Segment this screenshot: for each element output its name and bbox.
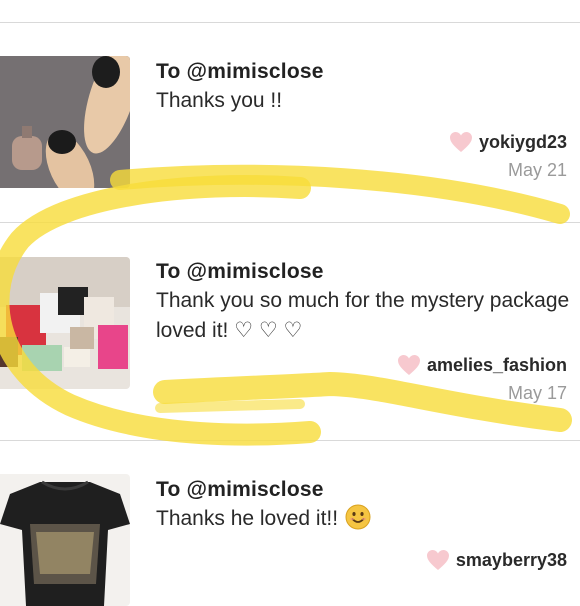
heart-icon [426, 550, 449, 570]
love-note-card[interactable]: To @mimisclose Thanks he loved it!! smay… [0, 441, 580, 606]
note-author[interactable]: smayberry38 [426, 549, 567, 571]
note-message: Thanks you !! [156, 86, 282, 116]
thumbnail-image[interactable] [0, 474, 130, 606]
note-message-line: Thanks you !! [156, 89, 283, 112]
recipient-label: To @mimisclose [156, 260, 324, 283]
heart-icon [397, 355, 420, 375]
note-date: May 17 [507, 383, 567, 403]
smiling-face-emoji [345, 504, 371, 530]
note-message: Thanks he loved it!! [156, 504, 371, 534]
heart-icon [449, 132, 472, 152]
note-author[interactable]: amelies_fashion [397, 354, 567, 376]
recipient-label: To @mimisclose [156, 60, 324, 83]
thumbnail-image[interactable] [0, 56, 130, 188]
thumbnail-image[interactable] [0, 257, 130, 389]
recipient-label: To @mimisclose [156, 478, 324, 501]
username-link[interactable]: smayberry38 [456, 550, 567, 571]
note-message: Thank you so much for the mystery packag… [156, 286, 569, 346]
note-message-line: Thank you so much for the mystery packag… [156, 289, 570, 312]
love-note-card[interactable]: To @mimisclose Thanks you !! yokiygd23 M… [0, 0, 580, 220]
note-message-line: loved it! ♡ ♡ ♡ [156, 319, 303, 342]
note-date: May 21 [507, 160, 567, 180]
username-link[interactable]: amelies_fashion [427, 355, 567, 376]
note-author[interactable]: yokiygd23 [449, 131, 567, 153]
note-message-line: Thanks he loved it!! [156, 507, 339, 530]
username-link[interactable]: yokiygd23 [479, 132, 567, 153]
love-note-card[interactable]: To @mimisclose Thank you so much for the… [0, 223, 580, 439]
